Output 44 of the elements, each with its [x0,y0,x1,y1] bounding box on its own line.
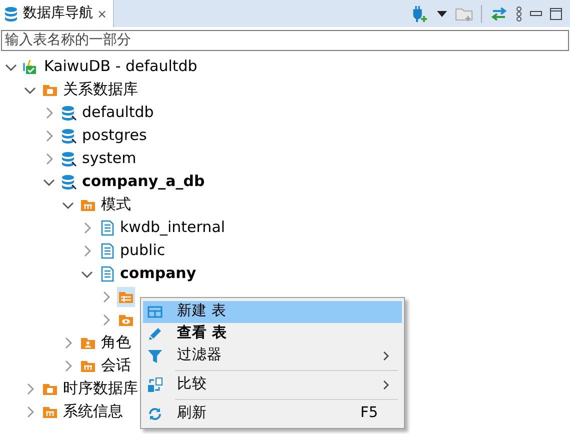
tree-item[interactable]: 会话 [100,354,132,377]
dropdown-caret-icon[interactable] [437,10,447,16]
minimize-icon[interactable] [530,10,542,16]
search-field[interactable]: 输入表名称的一部分 [1,30,569,51]
menu-item[interactable]: 查看 表 [143,323,402,345]
tree-item[interactable]: kwdb_internal [119,216,226,239]
tree-item[interactable]: 系统信息 [62,400,124,423]
connection-icon [23,58,39,74]
tree-item[interactable]: 角色 [100,331,132,354]
tree-item[interactable]: company [119,262,198,285]
tree-item[interactable] [117,286,135,306]
database-icon [61,104,77,120]
new-folder-icon[interactable] [455,6,473,22]
database-icon [3,6,19,22]
maximize-icon[interactable] [550,8,562,20]
database-icon [61,174,77,190]
tree-item[interactable]: 时序数据库 [62,377,139,400]
tree-item[interactable]: KaiwuDB - defaultdb [43,55,198,78]
plug-add-icon[interactable] [411,4,429,22]
filter-icon [147,348,163,364]
menu-item[interactable]: 过滤器 [143,345,402,367]
tab-title[interactable]: 数据库导航 [23,3,93,24]
tree-item[interactable]: company_a_db [81,170,206,193]
menu-item[interactable]: 刷新 F5 [143,403,402,425]
compare-icon [147,377,163,393]
kebab-menu-icon[interactable] [516,6,522,22]
tree-item[interactable]: 模式 [100,193,132,216]
tree-item[interactable]: defaultdb [81,101,155,124]
refresh-icon [147,406,163,422]
menu-item[interactable]: 新建 表 [143,301,402,323]
close-button[interactable]: ⨯ [97,8,108,20]
tree-item[interactable]: public [119,239,166,262]
database-icon [61,150,77,166]
tree-item[interactable]: system [81,147,138,170]
pencil-icon [147,326,163,342]
tree-item[interactable]: postgres [81,124,148,147]
sync-arrows-icon[interactable] [490,6,508,20]
table-icon [147,304,163,320]
tree-item[interactable]: 关系数据库 [62,78,139,101]
database-icon [61,128,77,144]
document-icon [99,242,115,258]
document-icon [99,266,115,282]
document-icon [99,220,115,236]
menu-item[interactable]: 比较 [143,374,402,396]
